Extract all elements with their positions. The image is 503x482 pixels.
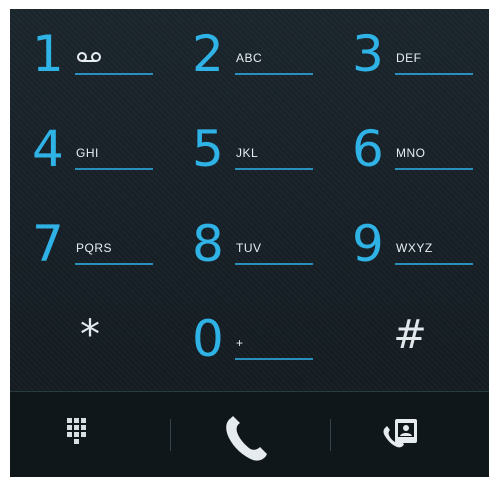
- key-0[interactable]: 0 +: [170, 294, 330, 389]
- key-star[interactable]: *: [10, 294, 170, 389]
- dialer-pad: 1 2 ABC 3 DEF 4 GHI 5 JKL 6 MNO 7 PQRS 8…: [10, 9, 489, 477]
- key-underline: [235, 73, 313, 75]
- key-1[interactable]: 1: [10, 9, 170, 104]
- dialer-toolbar: [10, 391, 489, 477]
- key-6[interactable]: 6 MNO: [330, 104, 490, 199]
- dialpad-button[interactable]: [10, 392, 170, 477]
- key-digit: 0: [192, 310, 224, 368]
- key-letters: +: [236, 336, 244, 350]
- key-4[interactable]: 4 GHI: [10, 104, 170, 199]
- key-underline: [75, 263, 153, 265]
- key-underline: [235, 263, 313, 265]
- key-7[interactable]: 7 PQRS: [10, 199, 170, 294]
- key-9[interactable]: 9 WXYZ: [330, 199, 490, 294]
- key-2[interactable]: 2 ABC: [170, 9, 330, 104]
- key-digit: 6: [352, 120, 384, 178]
- key-letters: MNO: [396, 146, 426, 160]
- key-underline: [395, 168, 473, 170]
- key-pound[interactable]: #: [330, 294, 490, 389]
- key-digit: 5: [192, 120, 224, 178]
- dialpad-icon: [67, 418, 91, 452]
- key-letters: PQRS: [76, 241, 113, 255]
- key-digit: 3: [352, 25, 384, 83]
- key-symbol: *: [80, 312, 100, 358]
- key-letters: ABC: [236, 51, 263, 65]
- phone-icon: [215, 412, 279, 464]
- key-digit: 1: [32, 25, 64, 83]
- key-letters: GHI: [76, 146, 99, 160]
- key-symbol: #: [393, 312, 427, 358]
- keypad-grid: 1 2 ABC 3 DEF 4 GHI 5 JKL 6 MNO 7 PQRS 8…: [10, 9, 489, 391]
- call-button[interactable]: [170, 392, 330, 477]
- key-letters: WXYZ: [396, 241, 433, 255]
- key-digit: 7: [32, 215, 64, 273]
- key-3[interactable]: 3 DEF: [330, 9, 490, 104]
- key-underline: [395, 263, 473, 265]
- contacts-icon: [381, 416, 425, 454]
- key-digit: 9: [352, 215, 384, 273]
- contacts-button[interactable]: [330, 392, 490, 477]
- key-letters: DEF: [396, 51, 422, 65]
- key-letters: JKL: [236, 146, 259, 160]
- voicemail-icon: [76, 51, 102, 66]
- key-digit: 2: [192, 25, 224, 83]
- key-underline: [235, 358, 313, 360]
- key-digit: 8: [192, 215, 224, 273]
- key-underline: [235, 168, 313, 170]
- key-underline: [75, 168, 153, 170]
- key-digit: 4: [32, 120, 64, 178]
- key-underline: [75, 73, 153, 75]
- key-letters: TUV: [236, 241, 262, 255]
- key-5[interactable]: 5 JKL: [170, 104, 330, 199]
- key-underline: [395, 73, 473, 75]
- key-8[interactable]: 8 TUV: [170, 199, 330, 294]
